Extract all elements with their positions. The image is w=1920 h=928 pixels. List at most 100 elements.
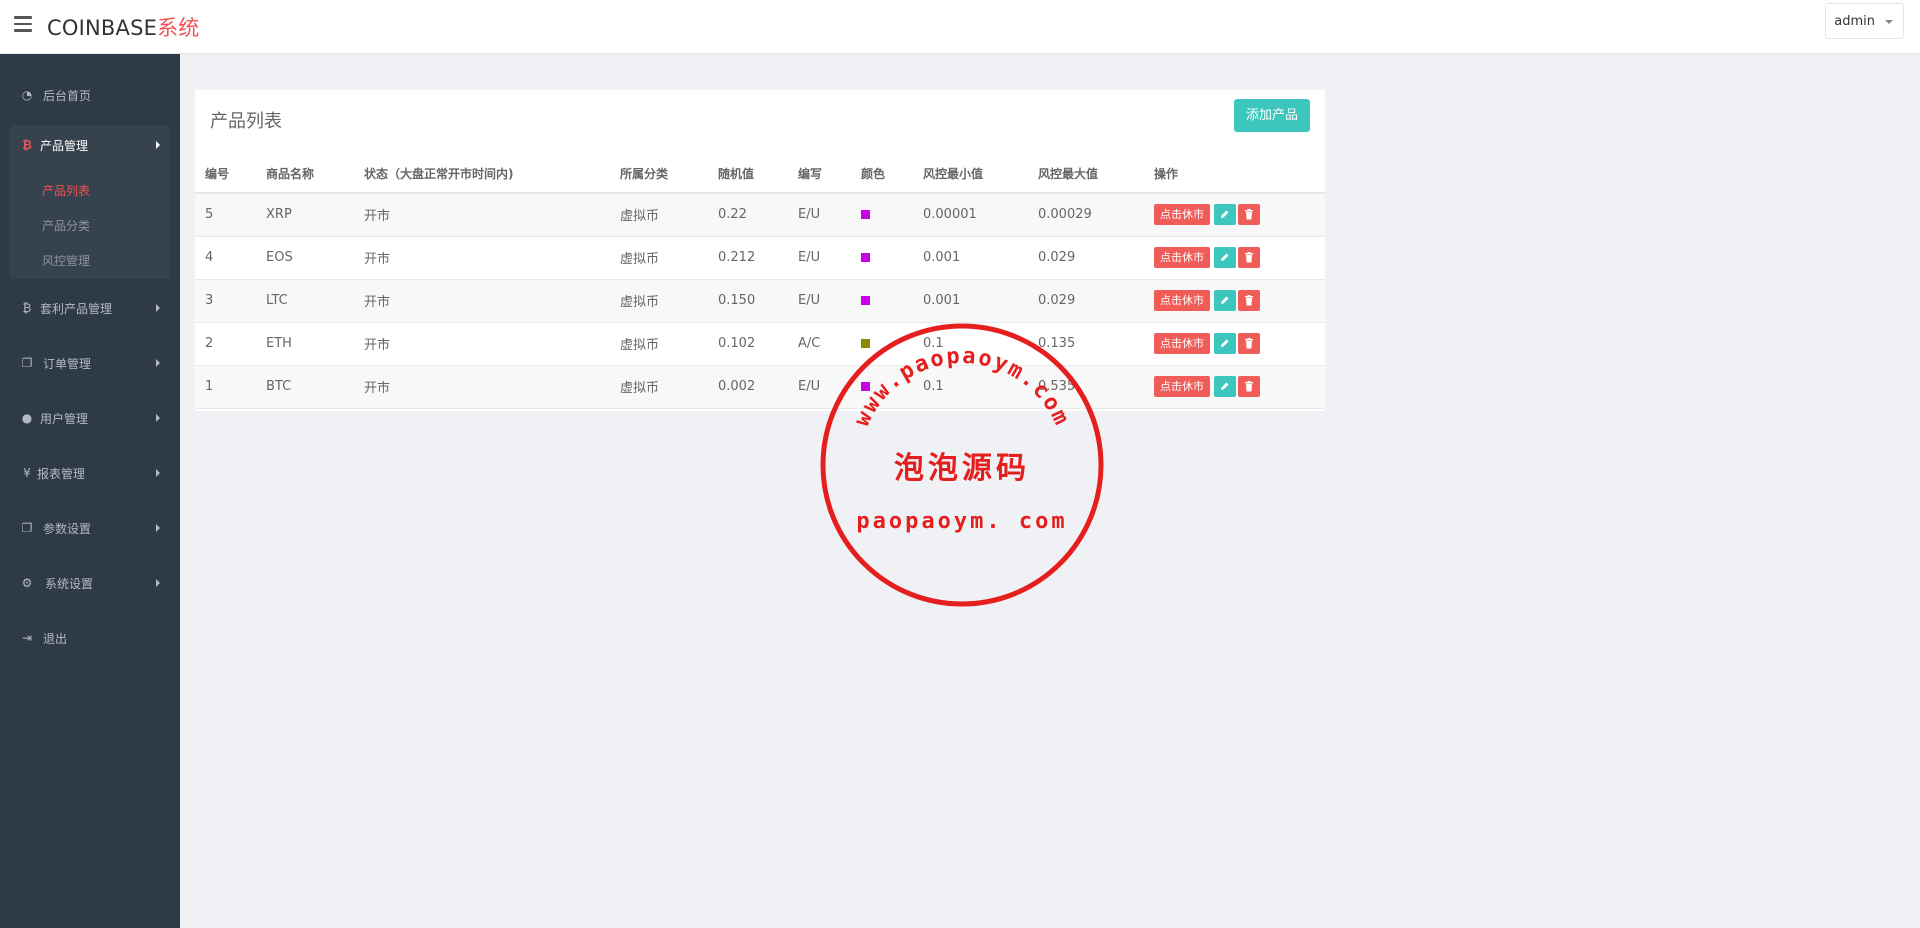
edit-icon[interactable] [1214,204,1236,226]
cell-name: XRP [256,193,354,237]
edit-icon[interactable] [1214,290,1236,311]
cell-code: E/U [788,279,851,323]
trash-icon[interactable] [1238,247,1260,268]
close-market-button[interactable]: 点击休市 [1154,247,1210,268]
cell-category: 虚拟币 [610,365,708,409]
cell-name: EOS [256,236,354,280]
cell-risk-min: 0.1 [913,365,1028,409]
color-swatch [861,253,870,262]
sidebar-item-params[interactable]: ❐ 参数设置 [0,508,180,548]
cell-random: 0.002 [708,365,788,409]
table-row: 1 BTC 开市 虚拟币 0.002 E/U 0.1 0.535 点击休市 [195,365,1325,409]
cell-random: 0.102 [708,322,788,366]
cell-color [851,279,913,323]
table-row: 3 LTC 开市 虚拟币 0.150 E/U 0.001 0.029 点击休市 [195,279,1325,323]
cell-code: E/U [788,365,851,409]
cell-category: 虚拟币 [610,236,708,280]
cell-id: 4 [195,236,256,280]
column-header: 商品名称 [256,155,354,194]
cell-risk-min: 0.001 [913,236,1028,280]
top-header: COINBASE系统 admin [0,0,1920,54]
cell-actions: 点击休市 [1144,365,1325,409]
trash-icon[interactable] [1238,376,1260,397]
sidebar-item-product-mgmt[interactable]: ₿ 产品管理 [10,125,170,165]
caret-right-icon [156,304,160,312]
sidebar: ◔ 后台首页 ₿ 产品管理 产品列表 产品分类 风控管理 ₿ 套利产品管理 ❐ … [0,54,180,928]
sidebar-subitem-product-list[interactable]: 产品列表 [42,182,90,199]
close-market-button[interactable]: 点击休市 [1154,290,1210,311]
trash-icon[interactable] [1238,290,1260,311]
close-market-button[interactable]: 点击休市 [1154,333,1210,354]
sidebar-item-home[interactable]: ◔ 后台首页 [0,75,180,115]
cell-risk-max: 0.135 [1028,322,1144,366]
yen-icon: ¥ [23,466,31,480]
cell-risk-min: 0.00001 [913,193,1028,237]
caret-right-icon [156,524,160,532]
table-row: 2 ETH 开市 虚拟币 0.102 A/C 0.1 0.135 点击休市 [195,322,1325,366]
sidebar-item-system[interactable]: ⚙ 系统设置 [0,563,180,603]
cell-name: LTC [256,279,354,323]
cell-color [851,236,913,280]
edit-icon[interactable] [1214,333,1236,354]
stamp-cn-text: 泡泡源码 [894,451,1030,486]
gears-icon: ⚙ [21,576,33,590]
edit-icon[interactable] [1214,376,1236,397]
caret-right-icon [156,414,160,422]
cell-category: 虚拟币 [610,322,708,366]
sidebar-item-label: 参数设置 [43,522,92,536]
cell-category: 虚拟币 [610,279,708,323]
cell-id: 3 [195,279,256,323]
cell-code: E/U [788,193,851,237]
caret-down-icon [1885,20,1893,24]
close-market-button[interactable]: 点击休市 [1154,204,1210,226]
sidebar-item-users[interactable]: ● 用户管理 [0,398,180,438]
copy-icon: ❐ [21,356,33,370]
cell-risk-max: 0.029 [1028,279,1144,323]
user-name: admin [1834,14,1875,29]
cell-name: ETH [256,322,354,366]
cell-category: 虚拟币 [610,193,708,237]
column-header: 随机值 [708,155,788,194]
bitcoin-icon: ₿ [22,301,32,315]
sidebar-item-orders[interactable]: ❐ 订单管理 [0,343,180,383]
color-swatch [861,339,870,348]
dashboard-icon: ◔ [21,88,33,102]
stamp-url-text: paopaoym. com [856,509,1068,534]
sidebar-item-logout[interactable]: ⇥ 退出 [0,618,180,658]
cell-status: 开市 [354,193,610,237]
cell-risk-min: 0.1 [913,322,1028,366]
cell-status: 开市 [354,365,610,409]
cell-status: 开市 [354,322,610,366]
trash-icon[interactable] [1238,333,1260,354]
trash-icon[interactable] [1238,204,1260,226]
cell-name: BTC [256,365,354,409]
color-swatch [861,296,870,305]
sidebar-subitem-risk-mgmt[interactable]: 风控管理 [42,252,90,269]
cell-random: 0.22 [708,193,788,237]
column-header: 风控最大值 [1028,155,1144,194]
sidebar-item-label: 报表管理 [37,467,86,481]
cell-status: 开市 [354,279,610,323]
sidebar-item-label: 套利产品管理 [40,302,113,316]
user-dropdown[interactable]: admin [1825,3,1904,39]
caret-right-icon [156,141,160,149]
cell-id: 5 [195,193,256,237]
cell-color [851,322,913,366]
close-market-button[interactable]: 点击休市 [1154,376,1210,397]
column-header: 所属分类 [610,155,708,194]
sidebar-item-label: 后台首页 [43,89,92,103]
brand-accent: 系统 [157,16,200,40]
color-swatch [861,210,870,220]
cell-actions: 点击休市 [1144,279,1325,323]
caret-right-icon [156,469,160,477]
add-product-button[interactable]: 添加产品 [1233,99,1310,132]
sidebar-subitem-product-category[interactable]: 产品分类 [42,217,90,234]
column-header: 编号 [195,155,256,194]
sidebar-item-arbitrage[interactable]: ₿ 套利产品管理 [0,288,180,328]
edit-icon[interactable] [1214,247,1236,268]
sidebar-item-reports[interactable]: ¥ 报表管理 [0,453,180,493]
bitcoin-icon: ₿ [22,138,32,152]
sidebar-item-label: 用户管理 [40,412,89,426]
menu-toggle-icon[interactable] [14,16,32,34]
app-brand: COINBASE系统 [47,12,199,42]
